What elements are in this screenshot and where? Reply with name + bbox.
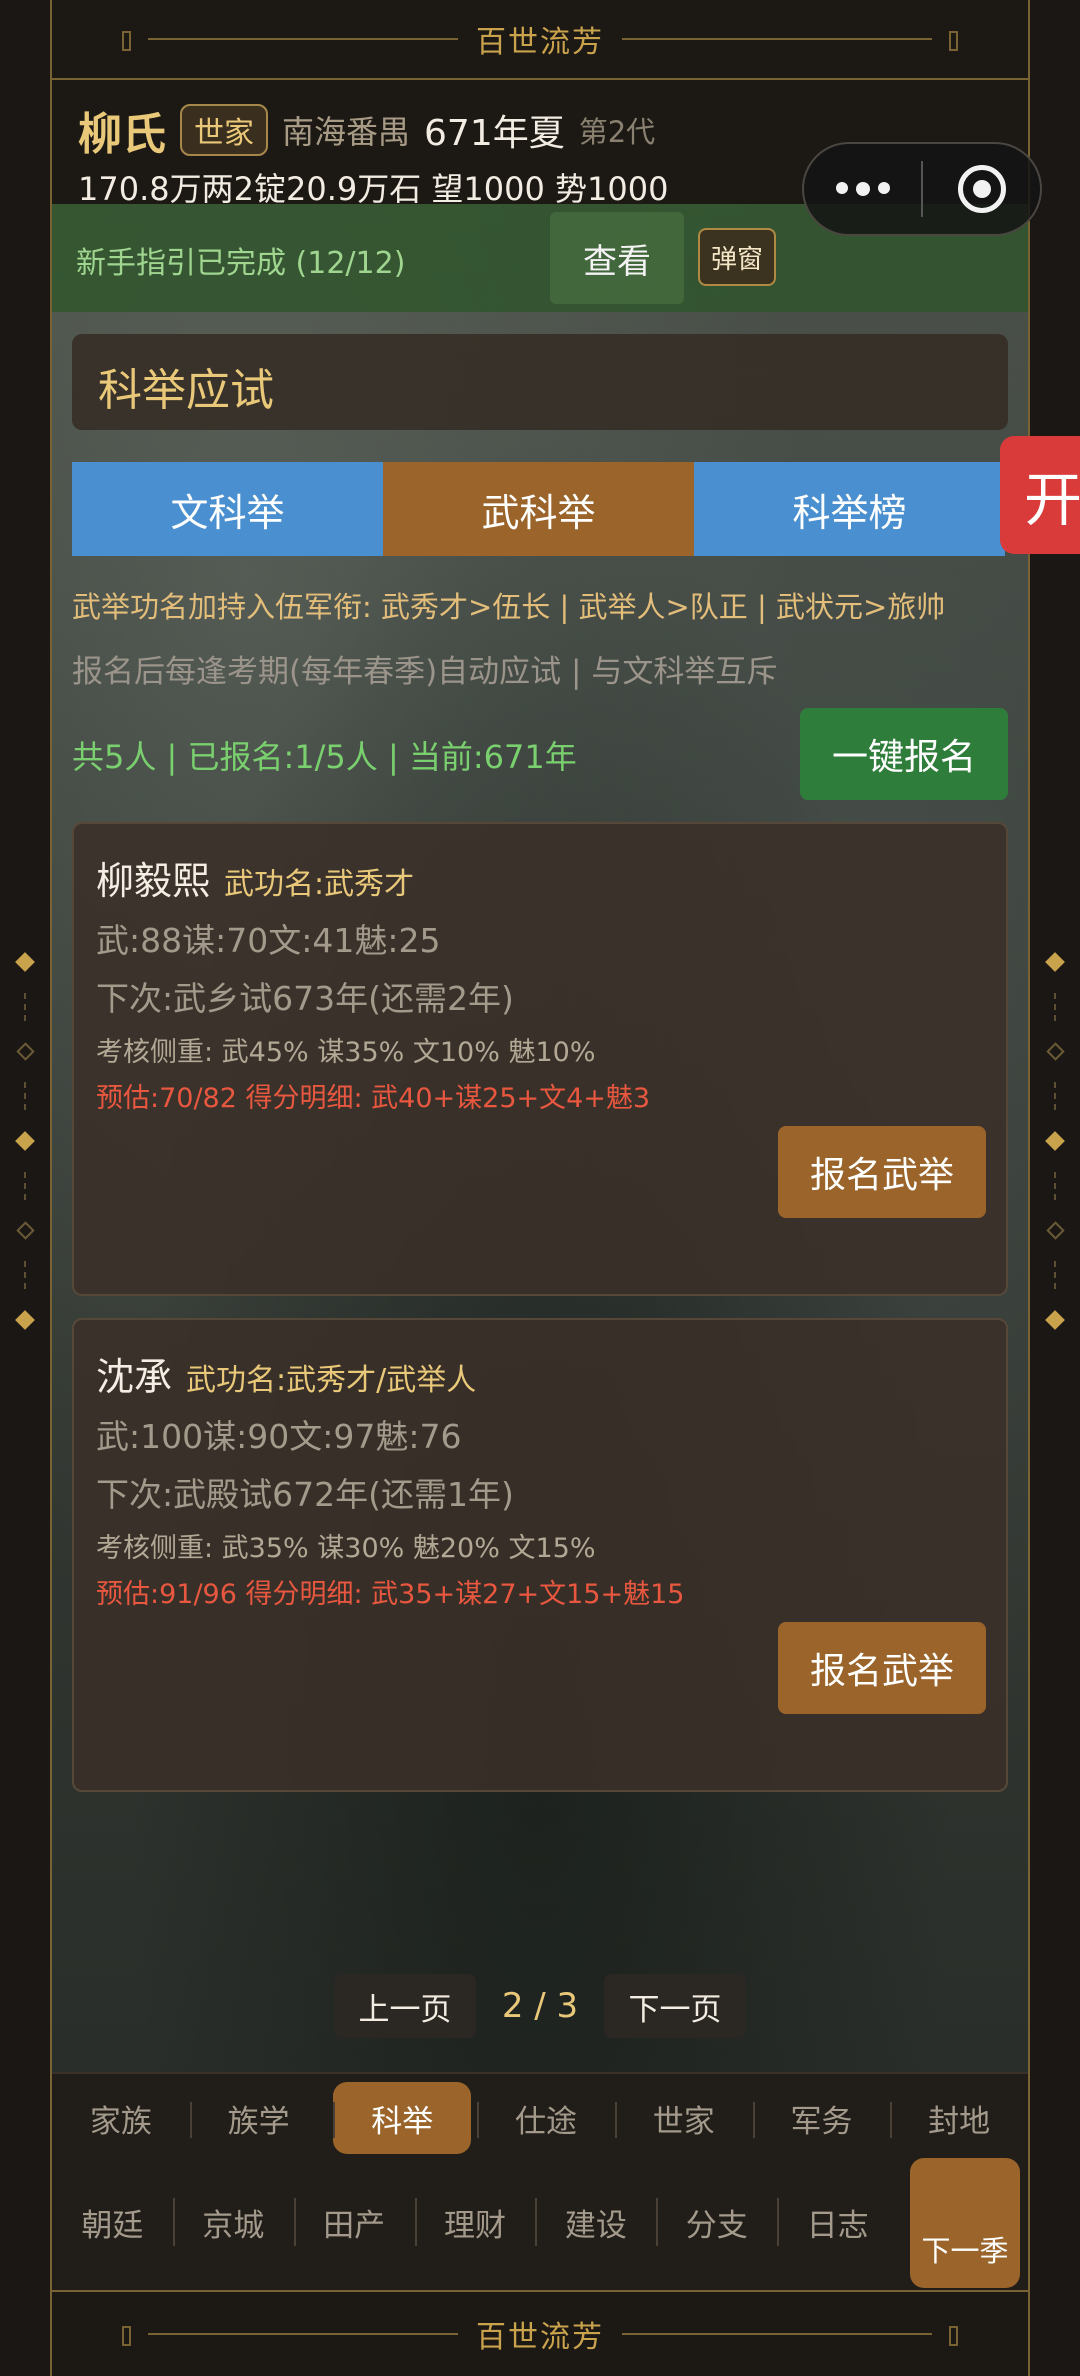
diamond-ornament: [1045, 1131, 1065, 1151]
exam-weights: 考核侧重: 武45% 谋35% 文10% 魅10%: [96, 1037, 596, 1068]
candidate-title: 武功名:武秀才/武举人: [186, 1363, 477, 1398]
nav-log[interactable]: 日志: [777, 2182, 898, 2262]
bottom-banner: 百世流芳: [52, 2290, 1028, 2376]
candidate-title: 武功名:武秀才: [224, 867, 415, 902]
score-estimate: 预估:91/96 得分明细: 武35+谋27+文15+魅15: [96, 1579, 685, 1610]
nav-fief[interactable]: 封地: [890, 2082, 1028, 2154]
miniprogram-capsule: [802, 142, 1042, 236]
candidate-name: 沈承: [96, 1355, 173, 1399]
exam-weights: 考核侧重: 武35% 谋30% 魅20% 文15%: [96, 1533, 596, 1564]
diamond-ornament: [1045, 1042, 1065, 1061]
next-page-button[interactable]: 下一页: [604, 1974, 746, 2038]
exam-tabs: 文科举 武科举 科举榜: [72, 462, 1007, 556]
pagination: 上一页 2 / 3 下一页: [334, 1974, 746, 2038]
clan-location: 南海番禺: [282, 113, 411, 151]
nav-nobility[interactable]: 世家: [614, 2082, 753, 2154]
popup-button[interactable]: 弹窗: [698, 228, 776, 286]
tab-civil-exam[interactable]: 文科举: [72, 462, 383, 556]
view-button[interactable]: 查看: [550, 212, 684, 304]
page-indicator: 2 / 3: [501, 1986, 579, 2026]
nav-clan-school[interactable]: 族学: [189, 2082, 328, 2154]
one-click-enroll-button[interactable]: 一键报名: [800, 708, 1008, 800]
nav-finance[interactable]: 理财: [414, 2182, 536, 2262]
left-ornament: [0, 952, 50, 1330]
diamond-ornament: [15, 952, 35, 972]
next-season-button[interactable]: 下一季: [910, 2158, 1020, 2288]
nav-capital[interactable]: 京城: [172, 2182, 294, 2262]
candidate-card: 柳毅熙 武功名:武秀才 武:88谋:70文:41魅:25 下次:武乡试673年(还…: [72, 822, 1008, 1296]
score-estimate: 预估:70/82 得分明细: 武40+谋25+文4+魅3: [96, 1083, 651, 1114]
rank-rule: 武举功名加持入伍军衔: 武秀才>伍长 | 武举人>队正 | 武状元>旅帅: [72, 590, 946, 624]
nav-construction[interactable]: 建设: [535, 2182, 656, 2262]
top-banner: 百世流芳: [52, 0, 1028, 80]
more-icon[interactable]: [804, 182, 921, 196]
tutorial-status: 新手指引已完成 (12/12): [76, 246, 406, 281]
diamond-ornament: [1045, 1221, 1065, 1240]
diamond-ornament: [15, 1131, 35, 1151]
close-target-icon[interactable]: [923, 165, 1040, 213]
nav-career[interactable]: 仕途: [477, 2082, 615, 2154]
banner-title: 百世流芳: [476, 25, 604, 60]
candidate-stats: 武:100谋:90文:97魅:76: [96, 1417, 462, 1456]
enroll-military-exam-button[interactable]: 报名武举: [778, 1622, 986, 1714]
diamond-ornament: [15, 1042, 35, 1061]
candidate-name: 柳毅熙: [96, 859, 211, 903]
nav-family[interactable]: 家族: [52, 2082, 190, 2154]
clan-name: 柳氏: [78, 109, 166, 160]
section-header: 科举应试: [72, 334, 1008, 430]
nav-branch[interactable]: 分支: [656, 2182, 777, 2262]
nav-court[interactable]: 朝廷: [52, 2182, 173, 2262]
tab-exam-ranking[interactable]: 科举榜: [694, 462, 1005, 556]
diamond-ornament: [15, 1221, 35, 1240]
current-season: 671年夏: [424, 113, 565, 154]
next-exam: 下次:武乡试673年(还需2年): [96, 979, 514, 1018]
nav-farmland[interactable]: 田产: [293, 2182, 415, 2262]
nav-exam[interactable]: 科举: [333, 2082, 472, 2154]
nav-military[interactable]: 军务: [752, 2082, 891, 2154]
candidate-card: 沈承 武功名:武秀才/武举人 武:100谋:90文:97魅:76 下次:武殿试67…: [72, 1318, 1008, 1792]
clan-rank-badge: 世家: [180, 104, 268, 156]
page-title: 科举应试: [98, 365, 274, 416]
prev-page-button[interactable]: 上一页: [334, 1974, 476, 2038]
diamond-ornament: [1045, 952, 1065, 972]
bottom-navigation: 家族 族学 科举 仕途 世家 军务 封地 朝廷 京城 田产 理财 建设 分支 日…: [52, 2072, 1028, 2290]
candidate-stats: 武:88谋:70文:41魅:25: [96, 921, 441, 960]
side-open-tab[interactable]: 开: [1000, 436, 1080, 554]
tab-military-exam[interactable]: 武科举: [383, 462, 694, 556]
enroll-military-exam-button[interactable]: 报名武举: [778, 1126, 986, 1218]
exam-rule: 报名后每逢考期(每年春季)自动应试 | 与文科举互斥: [72, 654, 778, 690]
diamond-ornament: [15, 1310, 35, 1330]
next-exam: 下次:武殿试672年(还需1年): [96, 1475, 514, 1514]
banner-title: 百世流芳: [476, 2320, 604, 2355]
enrollment-summary: 共5人 | 已报名:1/5人 | 当前:671年: [72, 738, 577, 776]
generation: 第2代: [578, 115, 656, 149]
diamond-ornament: [1045, 1310, 1065, 1330]
right-ornament: [1030, 952, 1080, 1330]
